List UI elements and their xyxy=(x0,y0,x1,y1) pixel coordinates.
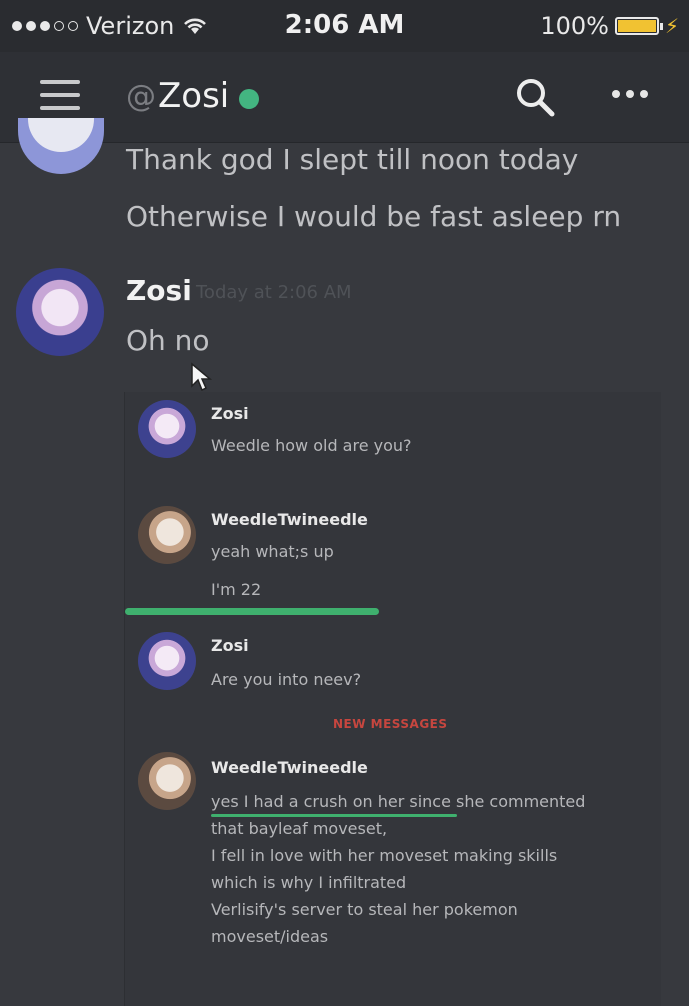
menu-icon[interactable] xyxy=(40,80,80,110)
screenshot-text: I'm 22 xyxy=(211,580,262,599)
message-line: Otherwise I would be fast asleep rn xyxy=(126,200,622,233)
screenshot-text: yeah what;s up xyxy=(211,542,334,561)
screenshot-text: that bayleaf moveset, xyxy=(211,819,388,838)
at-symbol: @ xyxy=(126,78,156,114)
message-timestamp: Today at 2:06 AM xyxy=(196,282,352,303)
screenshot-text: Weedle how old are you? xyxy=(211,436,412,455)
message-line: Thank god I slept till noon today xyxy=(126,143,579,176)
screenshot-text: yes I had a crush on her since she comme… xyxy=(211,792,586,811)
avatar xyxy=(138,400,196,458)
highlight-underline xyxy=(125,608,379,615)
avatar xyxy=(138,632,196,690)
message-line: Oh no xyxy=(126,324,210,357)
screenshot-text: Verlisify's server to steal her pokemon xyxy=(211,900,518,919)
avatar[interactable] xyxy=(18,118,104,174)
channel-name: Zosi xyxy=(158,76,230,116)
highlight-underline xyxy=(211,814,457,817)
avatar xyxy=(138,752,196,810)
search-icon[interactable] xyxy=(514,76,556,118)
screenshot-text: I fell in love with her moveset making s… xyxy=(211,846,558,865)
avatar[interactable] xyxy=(16,268,104,356)
online-status-icon xyxy=(239,89,260,109)
channel-title: @ Zosi xyxy=(126,76,260,116)
battery-group: 100% ⚡ xyxy=(540,12,679,40)
screenshot-text: Are you into neev? xyxy=(211,670,362,689)
charging-icon: ⚡ xyxy=(664,14,679,38)
screenshot-author: Zosi xyxy=(211,636,249,655)
battery-percent: 100% xyxy=(540,12,609,40)
status-bar: Verizon 2:06 AM 100% ⚡ xyxy=(0,0,689,52)
battery-icon xyxy=(614,17,663,35)
more-icon[interactable] xyxy=(612,90,648,98)
message-author[interactable]: Zosi xyxy=(126,274,192,307)
new-messages-divider: NEW MESSAGES xyxy=(333,717,448,731)
screenshot-text: which is why I infiltrated xyxy=(211,873,407,892)
screenshot-author: WeedleTwineedle xyxy=(211,510,368,529)
avatar xyxy=(138,506,196,564)
screenshot-attachment[interactable]: Zosi Weedle how old are you? WeedleTwine… xyxy=(124,392,661,1006)
screenshot-text: moveset/ideas xyxy=(211,927,329,946)
cursor-icon xyxy=(191,362,213,392)
screenshot-author: WeedleTwineedle xyxy=(211,758,368,777)
screenshot-author: Zosi xyxy=(211,404,249,423)
